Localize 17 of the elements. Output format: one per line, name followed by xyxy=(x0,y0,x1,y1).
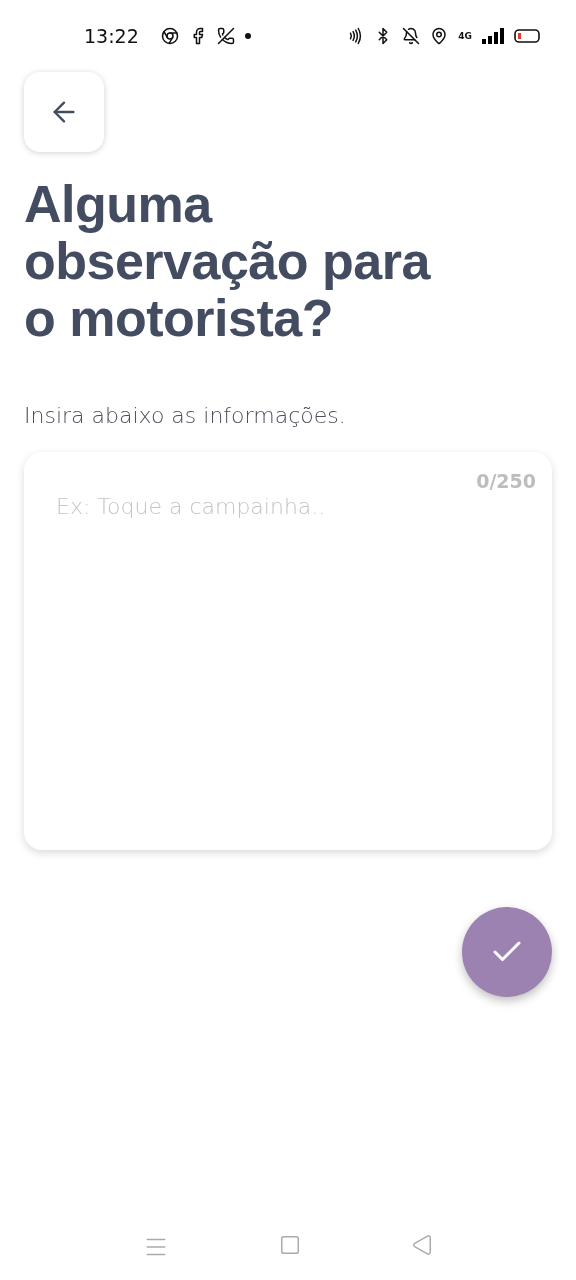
character-counter: 0/250 xyxy=(476,470,536,492)
home-icon[interactable] xyxy=(279,1234,301,1256)
battery-icon xyxy=(514,28,542,44)
browser-icon xyxy=(160,27,179,45)
location-icon xyxy=(430,27,449,45)
page-title: Alguma observação para o motorista? xyxy=(24,176,432,347)
confirm-button[interactable] xyxy=(462,907,552,997)
muted-bell-icon xyxy=(402,27,421,45)
notification-dot-icon xyxy=(244,33,251,39)
back-button[interactable] xyxy=(24,72,104,152)
signal-icon xyxy=(482,28,504,44)
back-icon[interactable] xyxy=(411,1234,433,1256)
note-field[interactable]: 0/250 Ex: Toque a campainha.. xyxy=(24,452,552,850)
instruction-text: Insira abaixo as informações. xyxy=(24,403,347,428)
network-type: 4G xyxy=(458,31,472,41)
missed-call-icon xyxy=(216,27,235,45)
status-time: 13:22 xyxy=(84,25,139,47)
